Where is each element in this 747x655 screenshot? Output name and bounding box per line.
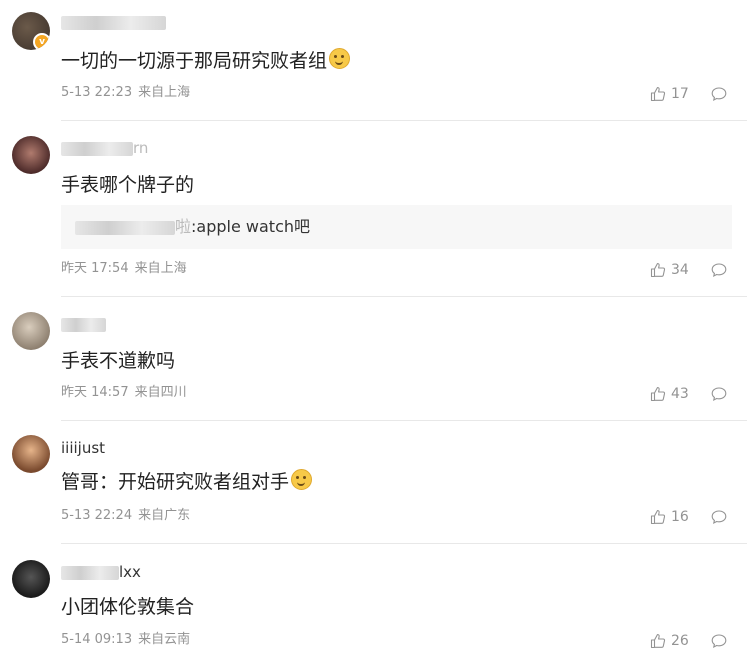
like-count: 17: [671, 86, 689, 102]
comment-item: rn 手表哪个牌子的 啦:apple watch吧 昨天 17:54 来自上海 3…: [0, 136, 747, 296]
comment-location: 来自四川: [134, 385, 187, 400]
like-button[interactable]: 16: [650, 509, 697, 525]
comment-meta: 5-13 22:23 来自上海: [61, 84, 190, 102]
comment-location: 来自上海: [138, 85, 191, 100]
reply-button[interactable]: [711, 262, 727, 278]
comment-text: 管哥：开始研究败者组对手: [61, 469, 313, 495]
username-blurred[interactable]: [61, 314, 106, 334]
like-button[interactable]: 34: [650, 262, 697, 278]
comment-text: 手表不道歉吗: [61, 350, 176, 372]
speech-bubble-icon: [711, 387, 727, 402]
comment-actions: 17: [650, 85, 727, 103]
comment-actions: 16: [650, 508, 727, 526]
speech-bubble-icon: [711, 510, 727, 525]
comment-text: 小团体伦敦集合: [61, 596, 195, 618]
comment-actions: 34: [650, 261, 727, 279]
speech-bubble-icon: [711, 634, 727, 649]
like-count: 16: [671, 509, 689, 525]
like-button[interactable]: 17: [650, 86, 697, 102]
username[interactable]: iiiijust: [61, 438, 105, 458]
doge-emoji-icon: [329, 48, 351, 69]
comment-text: 一切的一切源于那局研究败者组: [61, 48, 351, 74]
divider: [61, 296, 747, 297]
like-button[interactable]: 26: [650, 633, 697, 649]
verified-badge-icon: v: [33, 33, 50, 50]
thumbs-up-icon: [650, 633, 666, 649]
thumbs-up-icon: [650, 86, 666, 102]
comment-item: v 一切的一切源于那局研究败者组 5-13 22:23 来自上海 17: [0, 12, 747, 120]
username[interactable]: rn: [61, 138, 148, 158]
comment-time: 昨天 14:57: [61, 385, 129, 400]
comment-meta: 昨天 17:54 来自上海: [61, 260, 187, 278]
like-count: 43: [671, 386, 689, 402]
speech-bubble-icon: [711, 87, 727, 102]
reply-preview[interactable]: 啦:apple watch吧: [61, 205, 732, 249]
username[interactable]: lxx: [61, 562, 141, 582]
thumbs-up-icon: [650, 509, 666, 525]
avatar[interactable]: [12, 435, 50, 473]
comment-meta: 昨天 14:57 来自四川: [61, 384, 187, 402]
reply-button[interactable]: [711, 633, 727, 649]
thumbs-up-icon: [650, 386, 666, 402]
divider: [61, 543, 747, 544]
divider: [61, 420, 747, 421]
comment-location: 来自广东: [138, 508, 191, 523]
avatar[interactable]: v: [12, 12, 50, 50]
comment-text: 手表哪个牌子的: [61, 174, 195, 196]
avatar[interactable]: [12, 560, 50, 598]
username-blurred[interactable]: [61, 12, 166, 32]
doge-emoji-icon: [291, 469, 313, 490]
comment-time: 昨天 17:54: [61, 261, 129, 276]
comment-time: 5-13 22:24: [61, 508, 133, 523]
reply-prefix: 啦: [175, 217, 192, 236]
divider: [61, 120, 747, 121]
like-button[interactable]: 43: [650, 386, 697, 402]
like-count: 34: [671, 262, 689, 278]
comment-time: 5-13 22:23: [61, 85, 133, 100]
like-count: 26: [671, 633, 689, 649]
comment-meta: 5-13 22:24 来自广东: [61, 507, 190, 525]
avatar[interactable]: [12, 312, 50, 350]
comment-actions: 43: [650, 385, 727, 403]
reply-button[interactable]: [711, 509, 727, 525]
reply-text: :apple watch吧: [191, 217, 311, 236]
comment-actions: 26: [650, 632, 727, 650]
comment-meta: 5-14 09:13 来自云南: [61, 631, 190, 649]
thumbs-up-icon: [650, 262, 666, 278]
avatar[interactable]: [12, 136, 50, 174]
comment-location: 来自云南: [138, 632, 191, 647]
reply-button[interactable]: [711, 86, 727, 102]
comment-time: 5-14 09:13: [61, 632, 133, 647]
comment-item: lxx 小团体伦敦集合 5-14 09:13 来自云南 26: [0, 560, 747, 655]
speech-bubble-icon: [711, 263, 727, 278]
comment-location: 来自上海: [134, 261, 187, 276]
reply-button[interactable]: [711, 386, 727, 402]
comment-item: iiiijust 管哥：开始研究败者组对手 5-13 22:24 来自广东 16: [0, 435, 747, 543]
comment-item: 手表不道歉吗 昨天 14:57 来自四川 43: [0, 312, 747, 420]
